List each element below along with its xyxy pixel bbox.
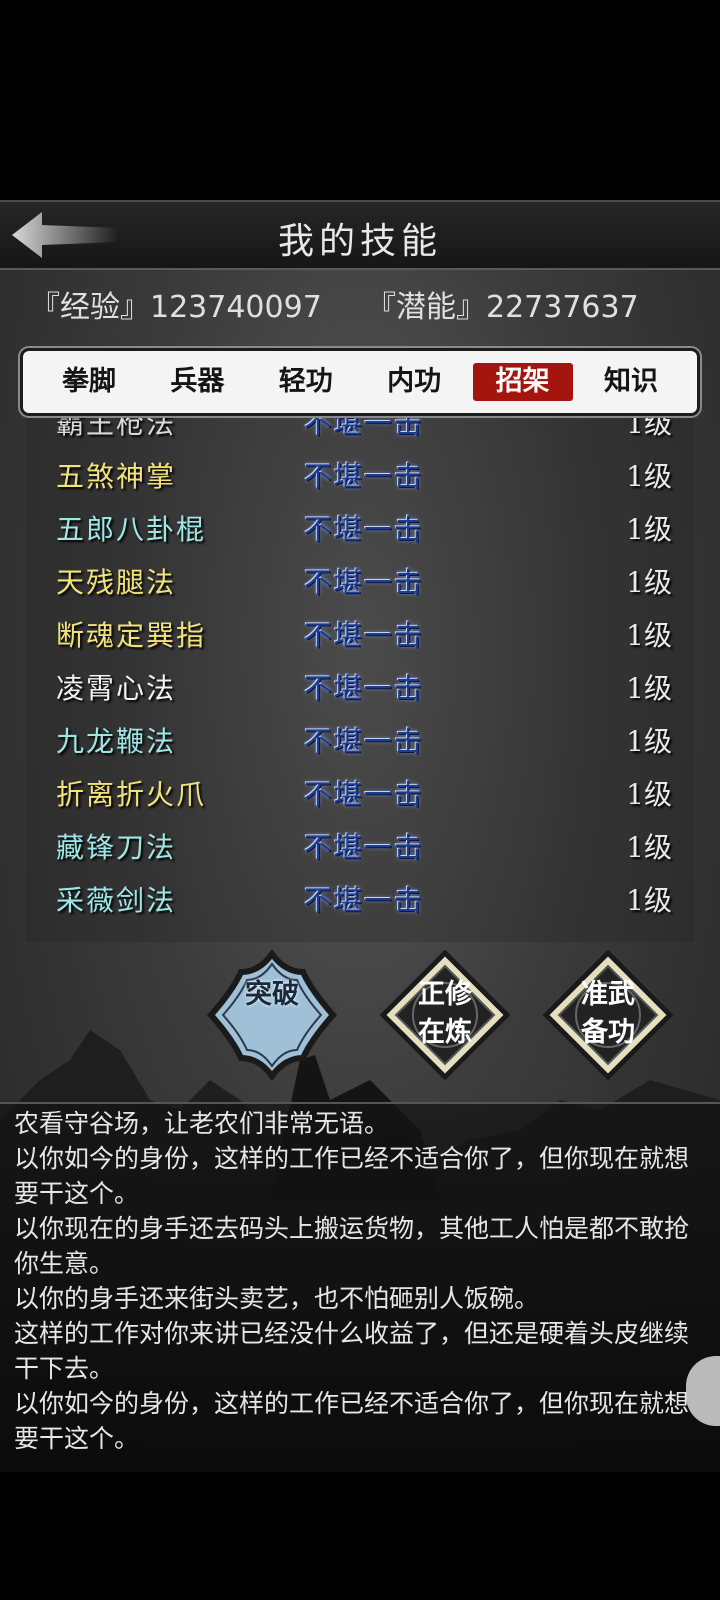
skill-rank: 不堪一击: [304, 460, 425, 493]
skill-row[interactable]: 藏锋刀法 不堪一击 1级: [26, 818, 694, 870]
training-button[interactable]: 正修在炼: [380, 950, 510, 1080]
potential-value: 22737637: [486, 290, 639, 325]
skill-rank: 不堪一击: [304, 725, 425, 758]
skill-name: 凌霄心法: [56, 672, 177, 705]
skill-name: 藏锋刀法: [56, 831, 177, 864]
skill-row[interactable]: 五煞神掌 不堪一击 1级: [26, 447, 694, 499]
skill-level: 1级: [626, 418, 672, 440]
training-label: 正修在炼: [418, 979, 472, 1048]
skill-row[interactable]: 断魂定巽指 不堪一击 1级: [26, 606, 694, 658]
skill-name: 五郎八卦棍: [56, 513, 207, 546]
skill-name: 断魂定巽指: [56, 619, 207, 652]
skill-name: 采薇剑法: [56, 884, 177, 917]
skill-rank: 不堪一击: [304, 513, 425, 546]
skill-rank: 不堪一击: [304, 619, 425, 652]
tab-zhaojia[interactable]: 招架: [472, 363, 573, 401]
skill-row[interactable]: 凌霄心法 不堪一击 1级: [26, 659, 694, 711]
skill-rank: 不堪一击: [304, 831, 425, 864]
action-buttons: 突破 正修在炼 准武备功: [0, 950, 720, 1090]
tab-quanjiao[interactable]: 拳脚: [39, 363, 139, 401]
skill-row[interactable]: 采薇剑法 不堪一击 1级: [26, 871, 694, 923]
skill-row[interactable]: 天残腿法 不堪一击 1级: [26, 553, 694, 605]
log-line: 以你如今的身份，这样的工作已经不适合你了，但你现在就想要干这个。: [14, 1389, 690, 1453]
log-line: 以你如今的身份，这样的工作已经不适合你了，但你现在就想要干这个。: [14, 1144, 690, 1208]
skill-level: 1级: [626, 619, 672, 652]
skill-rank: 不堪一击: [304, 672, 425, 705]
skill-rank: 不堪一击: [304, 566, 425, 599]
skill-row[interactable]: 九龙鞭法 不堪一击 1级: [26, 712, 694, 764]
log-line: 以你现在的身手还去码头上搬运货物，其他工人怕是都不敢抢你生意。: [14, 1214, 690, 1278]
skill-list[interactable]: 霸王枪法 不堪一击 1级 五煞神掌 不堪一击 1级 五郎八卦棍 不堪一击 1级 …: [26, 418, 694, 942]
backup-label: 准武备功: [581, 979, 635, 1048]
breakthrough-button[interactable]: 突破: [207, 950, 337, 1080]
exp-label: 『经验』: [30, 290, 150, 325]
skill-level: 1级: [626, 884, 672, 917]
breakthrough-label: 突破: [245, 979, 299, 1010]
skill-level: 1级: [626, 513, 672, 546]
skill-name: 五煞神掌: [56, 460, 177, 493]
tab-zhishi[interactable]: 知识: [581, 363, 681, 401]
skill-row[interactable]: 折离折火爪 不堪一击 1级: [26, 765, 694, 817]
tab-bingqi[interactable]: 兵器: [147, 363, 247, 401]
skill-row[interactable]: 霸王枪法 不堪一击 1级: [26, 418, 694, 446]
skill-level: 1级: [626, 566, 672, 599]
skill-name: 九龙鞭法: [56, 725, 177, 758]
page-title: 我的技能: [277, 221, 442, 262]
skill-rank: 不堪一击: [304, 418, 425, 440]
message-log[interactable]: 农看守谷场，让老农们非常无语。 以你如今的身份，这样的工作已经不适合你了，但你现…: [0, 1102, 720, 1472]
skill-name: 霸王枪法: [56, 418, 177, 440]
potential-stat: 『潜能』22737637: [366, 282, 639, 326]
potential-label: 『潜能』: [366, 290, 486, 325]
skill-level: 1级: [626, 831, 672, 864]
skill-name: 天残腿法: [56, 566, 177, 599]
stats-bar: 『经验』123740097 『潜能』22737637: [30, 282, 690, 326]
log-line: 这样的工作对你来讲已经没什么收益了，但还是硬着头皮继续干下去。: [14, 1319, 690, 1383]
skill-level: 1级: [626, 460, 672, 493]
skill-level: 1级: [626, 778, 672, 811]
skill-category-tabs: 拳脚 兵器 轻功 内功 招架 知识: [23, 351, 697, 413]
tab-neigong[interactable]: 内功: [364, 363, 464, 401]
tab-qinggong[interactable]: 轻功: [256, 363, 356, 401]
breakthrough-frame-icon: [207, 950, 337, 1080]
skill-level: 1级: [626, 725, 672, 758]
skill-rank: 不堪一击: [304, 884, 425, 917]
exp-stat: 『经验』123740097: [30, 282, 322, 326]
skill-row[interactable]: 五郎八卦棍 不堪一击 1级: [26, 500, 694, 552]
log-line: 农看守谷场，让老农们非常无语。: [14, 1109, 390, 1138]
skill-name: 折离折火爪: [56, 778, 207, 811]
skill-rank: 不堪一击: [304, 778, 425, 811]
backup-skill-button[interactable]: 准武备功: [543, 950, 673, 1080]
skill-level: 1级: [626, 672, 672, 705]
exp-value: 123740097: [150, 290, 322, 325]
log-line: 以你的身手还来街头卖艺，也不怕砸别人饭碗。: [14, 1284, 540, 1313]
